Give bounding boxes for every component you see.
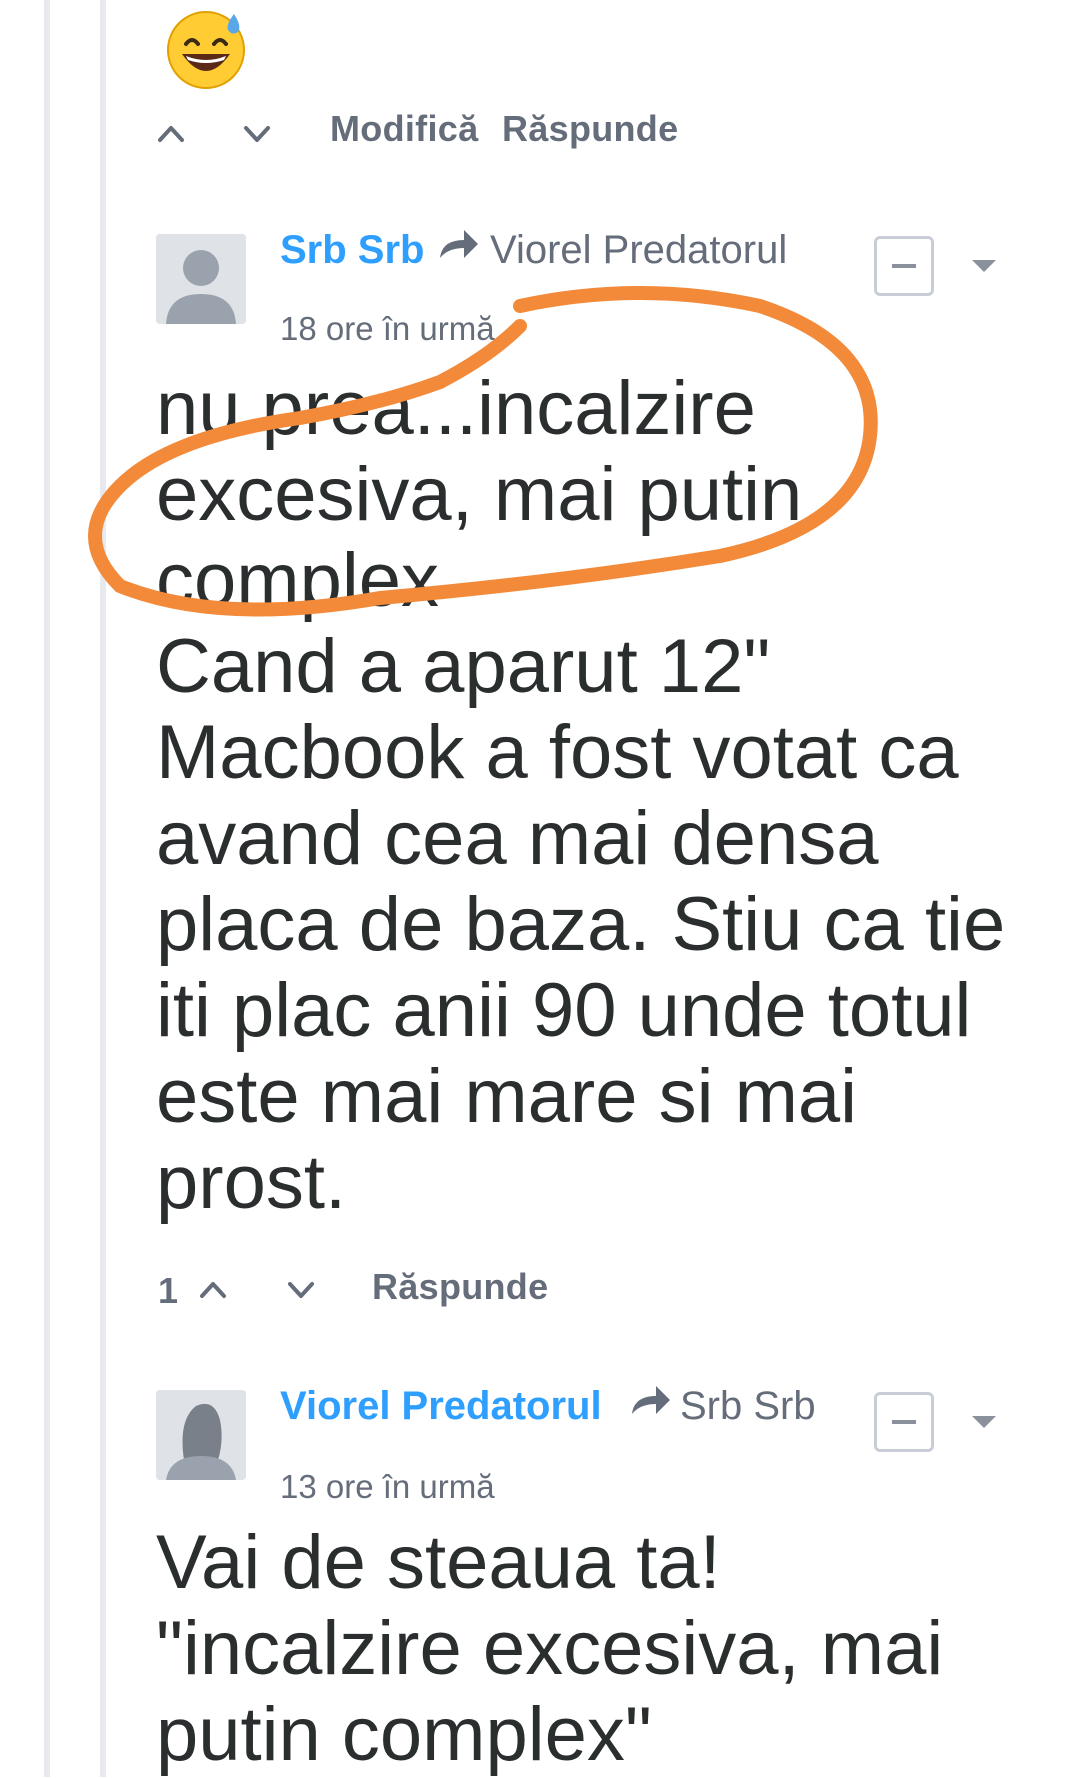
reply-link[interactable]: Răspunde <box>502 108 678 150</box>
comment-line: excesiva, mai putin <box>156 452 803 537</box>
comment-body: Vai de steaua ta! "incalzire excesiva, m… <box>156 1520 1036 1778</box>
reply-target[interactable]: Viorel Predatorul <box>490 228 787 273</box>
reply-link[interactable]: Răspunde <box>372 1266 548 1308</box>
thread-line-inner <box>100 0 106 1777</box>
reply-arrow-icon <box>628 1382 672 1420</box>
comment-line: prost. <box>156 1140 347 1225</box>
comment-author[interactable]: Srb Srb <box>280 228 424 273</box>
collapse-button[interactable] <box>874 1392 934 1452</box>
comment-line: iti plac anii 90 unde totul <box>156 968 972 1053</box>
comment-line: Macbook a fost votat ca <box>156 710 959 795</box>
edit-link[interactable]: Modifică <box>330 108 478 150</box>
comment-line: "incalzire excesiva, mai <box>156 1606 944 1691</box>
comment-timestamp[interactable]: 18 ore în urmă <box>280 310 495 348</box>
comment-line: placa de baza. Stiu ca tie <box>156 882 1006 967</box>
avatar[interactable] <box>156 234 246 324</box>
comment-line: complex <box>156 538 439 623</box>
reply-arrow-icon <box>436 226 480 264</box>
downvote-icon[interactable] <box>284 1272 318 1306</box>
comment-line: nu prea...incalzire <box>156 366 756 451</box>
reply-target[interactable]: Srb Srb <box>680 1384 816 1429</box>
avatar[interactable] <box>156 1390 246 1480</box>
comment-line: avand cea mai densa <box>156 796 879 881</box>
grinning-sweat-emoji <box>164 6 248 90</box>
upvote-icon[interactable] <box>196 1272 230 1306</box>
comment-line: este mai mare si mai <box>156 1054 858 1139</box>
menu-caret-icon[interactable] <box>972 1416 996 1428</box>
comment-timestamp[interactable]: 13 ore în urmă <box>280 1468 495 1506</box>
vote-count: 1 <box>158 1270 179 1311</box>
comment-body: nu prea...incalzire excesiva, mai putin … <box>156 366 1016 1226</box>
comment-line: Cand a aparut 12" <box>156 624 771 709</box>
thread-line-outer <box>44 0 50 1777</box>
comment-author[interactable]: Viorel Predatorul <box>280 1384 602 1429</box>
collapse-button[interactable] <box>874 236 934 296</box>
menu-caret-icon[interactable] <box>972 260 996 272</box>
comment-line: putin complex" <box>156 1692 652 1777</box>
comment-line: Vai de steaua ta! <box>156 1520 721 1605</box>
downvote-icon[interactable] <box>240 116 274 150</box>
upvote-icon[interactable] <box>154 116 188 150</box>
